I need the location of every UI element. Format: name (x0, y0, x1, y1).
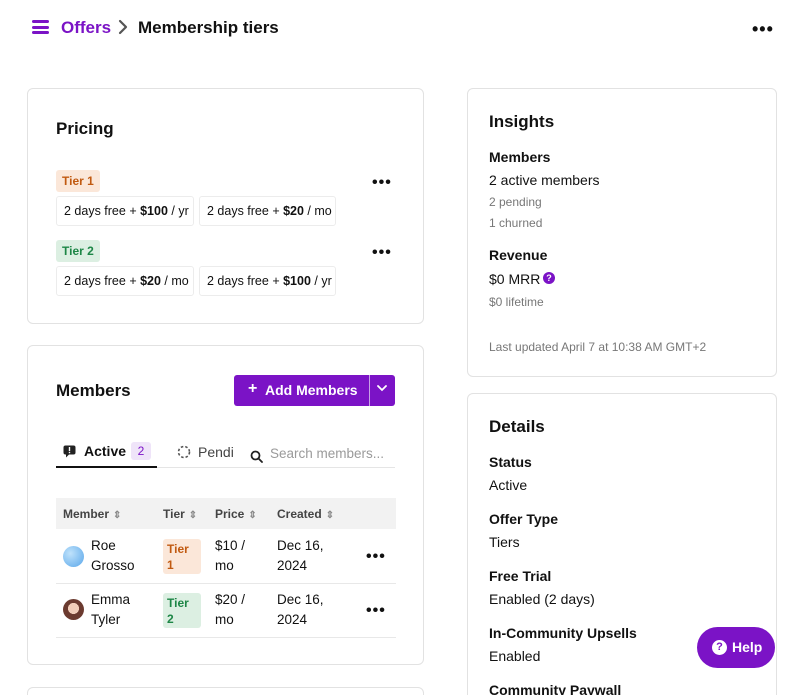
search-members-input[interactable] (270, 446, 394, 461)
page-title: Membership tiers (138, 18, 279, 37)
lifetime-value: $0 lifetime (489, 295, 544, 309)
pending-count: 2 pending (489, 195, 542, 209)
mrr-value: $0 MRR (489, 271, 541, 287)
tier-badge: Tier 1 (163, 539, 201, 574)
search-icon (250, 450, 263, 463)
status-value: Active (489, 477, 528, 493)
last-updated: Last updated April 7 at 10:38 AM GMT+2 (489, 340, 707, 354)
paywall-label: Community Paywall (489, 682, 622, 695)
next-card (27, 687, 424, 695)
upsells-label: In-Community Upsells (489, 625, 637, 641)
active-members-count: 2 active members (489, 172, 600, 188)
tier-1-more-icon[interactable]: ••• (372, 174, 392, 192)
active-members-icon (63, 445, 76, 458)
member-created: Dec 16, 2024 (277, 592, 324, 627)
help-button[interactable]: ? Help (697, 627, 775, 668)
revenue-label: Revenue (489, 247, 548, 263)
more-icon[interactable]: ••• (752, 19, 774, 40)
insights-title: Insights (489, 112, 555, 131)
breadcrumb-offers-link[interactable]: Offers (61, 18, 111, 38)
row-more-icon[interactable]: ••• (366, 548, 386, 566)
tab-pending[interactable]: Pending (198, 444, 233, 460)
members-table-header: Member ⇕ Tier ⇕ Price ⇕ Created ⇕ (56, 498, 396, 529)
question-icon: ? (712, 640, 727, 655)
pricing-title: Pricing (56, 119, 114, 138)
free-trial-label: Free Trial (489, 568, 552, 584)
tier-1-option-1[interactable]: 2 days free + $100 / yr (56, 196, 194, 226)
avatar (63, 546, 84, 567)
question-icon[interactable]: ? (543, 272, 555, 284)
column-created[interactable]: Created ⇕ (277, 507, 334, 521)
row-more-icon[interactable]: ••• (366, 602, 386, 620)
sort-icon: ⇕ (248, 510, 257, 521)
chevron-right-icon (118, 19, 128, 35)
tier-2-option-2[interactable]: 2 days free + $100 / yr (199, 266, 336, 296)
column-member[interactable]: Member ⇕ (63, 507, 121, 521)
active-count-badge: 2 (131, 442, 151, 460)
upsells-value: Enabled (489, 648, 541, 664)
member-name[interactable]: Emma Tyler (91, 590, 130, 630)
avatar (63, 599, 84, 620)
chevron-down-icon[interactable] (377, 383, 387, 393)
tier-1-option-2[interactable]: 2 days free + $20 / mo (199, 196, 336, 226)
member-created: Dec 16, 2024 (277, 538, 324, 573)
insights-members-label: Members (489, 149, 551, 165)
pending-spinner-icon (177, 445, 191, 459)
tier-badge: Tier 2 (163, 593, 201, 628)
column-tier[interactable]: Tier ⇕ (163, 507, 197, 521)
tier-2-more-icon[interactable]: ••• (372, 244, 392, 262)
details-title: Details (489, 417, 545, 436)
offer-type-label: Offer Type (489, 511, 558, 527)
tier-2-tag: Tier 2 (56, 240, 100, 262)
top-bar: Offers Membership tiers ••• (0, 0, 800, 56)
churned-count: 1 churned (489, 216, 543, 230)
status-label: Status (489, 454, 532, 470)
plus-icon: + (248, 380, 258, 397)
tab-active[interactable]: Active (84, 443, 126, 459)
member-name[interactable]: Roe Grosso (91, 536, 135, 576)
tier-2-option-1[interactable]: 2 days free + $20 / mo (56, 266, 194, 296)
offer-type-value: Tiers (489, 534, 520, 550)
menu-icon[interactable] (32, 20, 49, 34)
sort-icon: ⇕ (113, 510, 122, 521)
member-price: $20 /mo (215, 592, 246, 627)
members-title: Members (56, 381, 131, 400)
column-price[interactable]: Price ⇕ (215, 507, 257, 521)
tier-1-tag: Tier 1 (56, 170, 100, 192)
sort-icon: ⇕ (325, 510, 335, 521)
sort-icon: ⇕ (188, 510, 198, 521)
member-price: $10 /mo (215, 538, 246, 573)
free-trial-value: Enabled (2 days) (489, 591, 595, 607)
add-members-button[interactable]: + Add Members (234, 375, 395, 406)
